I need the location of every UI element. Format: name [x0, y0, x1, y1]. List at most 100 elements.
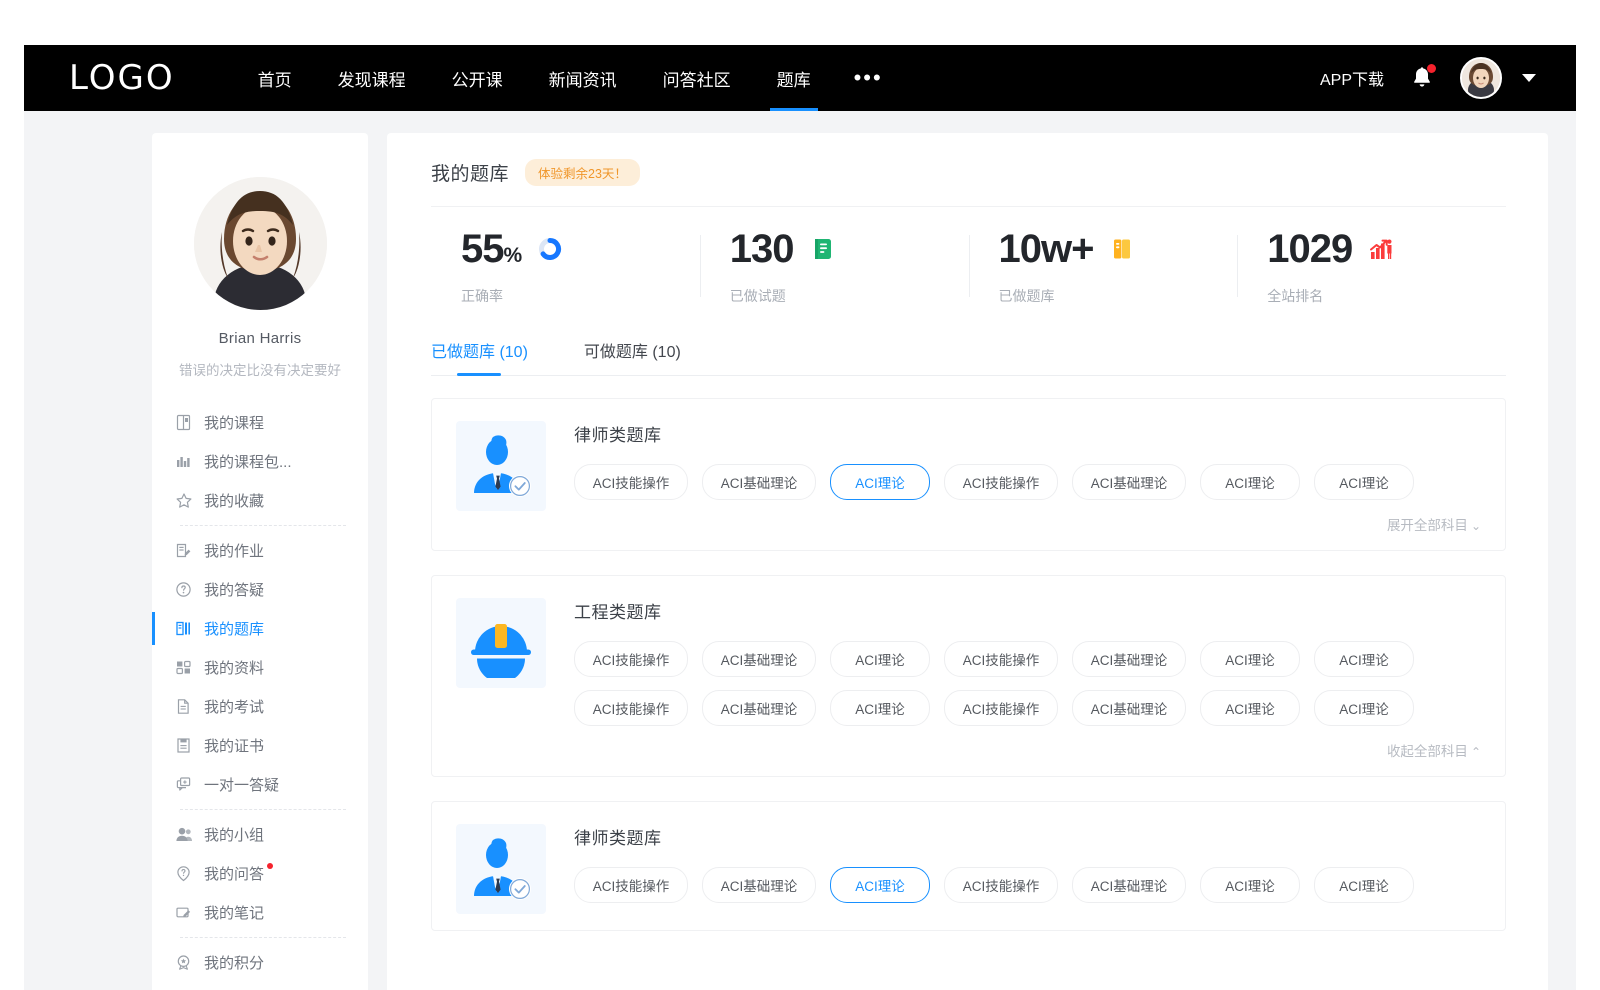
subject-tag[interactable]: ACI理论 — [830, 464, 930, 500]
sidebar-item-5[interactable]: 我的答疑 — [152, 570, 368, 609]
expand-subjects-link[interactable]: 收起全部科目⌃ — [574, 740, 1481, 760]
sidebar-item-13[interactable]: 我的问答 — [152, 854, 368, 893]
subject-tag[interactable]: ACI技能操作 — [574, 690, 688, 726]
unread-dot — [267, 863, 273, 869]
blocks-icon — [174, 658, 193, 677]
subject-tag[interactable]: ACI理论 — [1314, 641, 1414, 677]
subject-tag[interactable]: ACI理论 — [830, 867, 930, 903]
subject-tag[interactable]: ACI理论 — [1314, 867, 1414, 903]
nav-item-5[interactable]: 题库 — [754, 45, 834, 111]
sidebar-item-6[interactable]: 我的题库 — [152, 609, 368, 648]
tag-rows: ACI技能操作 ACI基础理论 ACI理论 ACI技能操作 ACI基础理论 ACI理论 AC… — [574, 464, 1481, 500]
engineer-helmet-icon — [456, 598, 546, 688]
nav-item-0[interactable]: 首页 — [235, 45, 315, 111]
sidebar-item-10[interactable]: 一对一答疑 — [152, 765, 368, 804]
subject-tag[interactable]: ACI基础理论 — [702, 690, 816, 726]
sidebar-item-label: 我的作业 — [204, 540, 264, 561]
chevron-toggle-icon: ⌄ — [1471, 519, 1481, 533]
card-title: 律师类题库 — [574, 421, 1481, 446]
sidebar-item-7[interactable]: 我的资料 — [152, 648, 368, 687]
sidebar-item-2[interactable]: 我的收藏 — [152, 481, 368, 520]
stat-label: 全站排名 — [1267, 286, 1506, 306]
subject-tag[interactable]: ACI基础理论 — [1072, 641, 1186, 677]
sidebar-item-8[interactable]: 我的考试 — [152, 687, 368, 726]
tag-row: ACI技能操作 ACI基础理论 ACI理论 ACI技能操作 ACI基础理论 ACI理论 AC… — [574, 464, 1481, 500]
app-download-link[interactable]: APP下载 — [1320, 66, 1384, 90]
nav-item-label: 首页 — [258, 66, 292, 91]
stat-value: 55% — [461, 229, 521, 269]
menu-divider — [180, 809, 346, 810]
subject-tag[interactable]: ACI理论 — [1200, 641, 1300, 677]
tab-label: 可做题库 (10) — [584, 344, 681, 361]
trial-status-badge: 体验剩余23天！ — [525, 159, 640, 186]
subject-tag[interactable]: ACI理论 — [830, 690, 930, 726]
question-bank-card[interactable]: 律师类题库ACI技能操作ACI基础理论ACI理论ACI技能操作ACI基础理论AC… — [431, 801, 1506, 931]
sidebar-item-4[interactable]: 我的作业 — [152, 531, 368, 570]
sidebar-item-12[interactable]: 我的小组 — [152, 815, 368, 854]
subject-tag[interactable]: ACI理论 — [1314, 464, 1414, 500]
red-rank-icon — [1368, 236, 1394, 262]
lawyer-avatar-icon — [456, 421, 546, 511]
chevron-down-icon[interactable] — [1522, 74, 1536, 82]
subject-tag[interactable]: ACI基础理论 — [1072, 867, 1186, 903]
subject-tag[interactable]: ACI基础理论 — [702, 867, 816, 903]
subject-tag[interactable]: ACI理论 — [830, 641, 930, 677]
sidebar-item-9[interactable]: 我的证书 — [152, 726, 368, 765]
stat-number: 55 — [461, 227, 504, 271]
card-body: 工程类题库ACI技能操作ACI基础理论ACI理论ACI技能操作ACI基础理论AC… — [574, 598, 1481, 760]
stat-card-3: 1029 全站排名 — [1237, 229, 1506, 306]
notification-bell-icon[interactable] — [1410, 65, 1434, 91]
subject-tag[interactable]: ACI理论 — [1200, 464, 1300, 500]
certificate-icon — [174, 736, 193, 755]
orange-book-icon — [1109, 236, 1135, 262]
sidebar-item-label: 我的小组 — [204, 824, 264, 845]
nav-item-3[interactable]: 新闻资讯 — [526, 45, 640, 111]
chevron-toggle-icon: ⌃ — [1471, 745, 1481, 759]
sidebar-item-label: 我的课程 — [204, 412, 264, 433]
expand-subjects-label: 展开全部科目 — [1387, 518, 1468, 533]
sidebar-item-1[interactable]: 我的课程包... — [152, 442, 368, 481]
subject-tag[interactable]: ACI技能操作 — [944, 867, 1058, 903]
sidebar-item-16[interactable]: 我的积分 — [152, 943, 368, 982]
subject-tag[interactable]: ACI技能操作 — [944, 641, 1058, 677]
subject-tag[interactable]: ACI基础理论 — [702, 464, 816, 500]
expand-subjects-link[interactable]: 展开全部科目⌄ — [574, 514, 1481, 534]
subject-tag[interactable]: ACI技能操作 — [574, 641, 688, 677]
tag-rows: ACI技能操作 ACI基础理论 ACI理论 ACI技能操作 ACI基础理论 ACI理论 AC… — [574, 641, 1481, 726]
main-header: 我的题库 体验剩余23天！ — [431, 159, 1506, 207]
subject-tag[interactable]: ACI理论 — [1314, 690, 1414, 726]
stat-label: 正确率 — [461, 286, 700, 306]
stat-card-0: 55% 正确率 — [431, 229, 700, 306]
question-bank-card[interactable]: 律师类题库ACI技能操作ACI基础理论ACI理论ACI技能操作ACI基础理论AC… — [431, 398, 1506, 551]
nav-item-label: 问答社区 — [663, 66, 731, 91]
sidebar-item-label: 我的积分 — [204, 952, 264, 973]
subject-tag[interactable]: ACI技能操作 — [574, 867, 688, 903]
nav-item-1[interactable]: 发现课程 — [315, 45, 429, 111]
subject-tag[interactable]: ACI基础理论 — [1072, 464, 1186, 500]
nav-item-2[interactable]: 公开课 — [429, 45, 526, 111]
exam-paper-icon — [174, 697, 193, 716]
sidebar-item-label: 我的课程包... — [204, 451, 292, 472]
subject-tag[interactable]: ACI技能操作 — [944, 464, 1058, 500]
question-bank-icon — [174, 619, 193, 638]
subject-tag[interactable]: ACI技能操作 — [574, 464, 688, 500]
subject-tag[interactable]: ACI基础理论 — [702, 641, 816, 677]
sidebar-item-0[interactable]: 我的课程 — [152, 403, 368, 442]
nav-item-4[interactable]: 问答社区 — [640, 45, 754, 111]
tab-0[interactable]: 已做题库 (10) — [431, 338, 528, 375]
subject-tag[interactable]: ACI基础理论 — [1072, 690, 1186, 726]
subject-tag[interactable]: ACI技能操作 — [944, 690, 1058, 726]
subject-tag[interactable]: ACI理论 — [1200, 867, 1300, 903]
tag-row: ACI技能操作 ACI基础理论 ACI理论 ACI技能操作 ACI基础理论 ACI理论 AC… — [574, 867, 1481, 903]
subject-tag[interactable]: ACI理论 — [1200, 690, 1300, 726]
user-avatar[interactable] — [1460, 57, 1502, 99]
tab-1[interactable]: 可做题库 (10) — [584, 338, 681, 375]
site-logo[interactable]: LOGO — [69, 58, 175, 98]
stat-value: 1029 — [1267, 229, 1352, 269]
tag-rows: ACI技能操作 ACI基础理论 ACI理论 ACI技能操作 ACI基础理论 ACI理论 AC… — [574, 867, 1481, 903]
question-circle-icon — [174, 580, 193, 599]
expand-subjects-label: 收起全部科目 — [1387, 744, 1468, 759]
question-bank-card[interactable]: 工程类题库ACI技能操作ACI基础理论ACI理论ACI技能操作ACI基础理论AC… — [431, 575, 1506, 777]
sidebar-item-14[interactable]: 我的笔记 — [152, 893, 368, 932]
nav-more-icon[interactable]: ••• — [834, 45, 903, 111]
